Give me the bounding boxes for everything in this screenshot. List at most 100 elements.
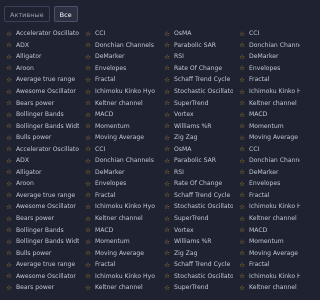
indicator-item[interactable]: ☆ CCI xyxy=(233,30,300,38)
star-icon[interactable]: ☆ xyxy=(82,157,94,165)
star-icon[interactable]: ☆ xyxy=(236,64,248,72)
star-icon[interactable]: ☆ xyxy=(161,134,173,142)
indicator-item[interactable]: ☆ Alligator xyxy=(0,53,79,61)
indicator-item[interactable]: ☆ Envelopes xyxy=(79,64,158,72)
indicator-item[interactable]: ☆ Keltner channel xyxy=(79,99,158,107)
indicator-item[interactable]: ☆ Williams %R xyxy=(158,238,233,246)
star-icon[interactable]: ☆ xyxy=(82,111,94,119)
indicator-item[interactable]: ☆Donchian Channels xyxy=(79,41,158,49)
indicator-item[interactable]: ☆ Keltner channel xyxy=(79,284,158,292)
star-icon[interactable]: ☆ xyxy=(236,53,248,61)
indicator-item[interactable]: ☆ Keltner channel xyxy=(233,99,300,107)
indicator-item[interactable]: ☆ Average true range xyxy=(0,76,79,84)
star-icon[interactable]: ☆ xyxy=(3,88,15,96)
star-icon[interactable]: ☆ xyxy=(82,238,94,246)
star-icon[interactable]: ☆ xyxy=(3,111,15,119)
indicator-item[interactable]: ☆ CCI xyxy=(79,30,158,38)
star-icon[interactable]: ☆ xyxy=(161,122,173,130)
indicator-item[interactable]: ☆ SuperTrend xyxy=(158,284,233,292)
indicator-item[interactable]: ☆ Schaff Trend Cycle xyxy=(158,261,233,269)
indicator-item[interactable]: ☆ Fractal xyxy=(233,191,300,199)
star-icon[interactable]: ☆ xyxy=(236,180,248,188)
star-icon[interactable]: ☆ xyxy=(3,238,15,246)
indicator-item[interactable]: ☆ RSI xyxy=(158,53,233,61)
indicator-item[interactable]: ☆ Keltner channel xyxy=(233,284,300,292)
star-icon[interactable]: ☆ xyxy=(3,99,15,107)
indicator-item[interactable]: ☆ Bears power xyxy=(0,284,79,292)
tab-active[interactable]: Активные xyxy=(4,6,50,22)
star-icon[interactable]: ☆ xyxy=(236,145,248,153)
indicator-item[interactable]: ☆ Vortex xyxy=(158,226,233,234)
star-icon[interactable]: ☆ xyxy=(3,180,15,188)
star-icon[interactable]: ☆ xyxy=(236,168,248,176)
star-icon[interactable]: ☆ xyxy=(236,261,248,269)
indicator-item[interactable]: ☆ ADX xyxy=(0,41,79,49)
star-icon[interactable]: ☆ xyxy=(236,226,248,234)
indicator-item[interactable]: ☆ Momentum xyxy=(79,122,158,130)
indicator-item[interactable]: ☆ Parabolic SAR xyxy=(158,157,233,165)
star-icon[interactable]: ☆ xyxy=(3,30,15,38)
star-icon[interactable]: ☆ xyxy=(3,122,15,130)
star-icon[interactable]: ☆ xyxy=(236,134,248,142)
star-icon[interactable]: ☆ xyxy=(236,30,248,38)
star-icon[interactable]: ☆ xyxy=(161,180,173,188)
indicator-item[interactable]: ☆ Stochastic Oscillator xyxy=(158,88,233,96)
indicator-item[interactable]: ☆ Bollinger Bands Width xyxy=(0,238,79,246)
star-icon[interactable]: ☆ xyxy=(161,41,173,49)
indicator-item[interactable]: ☆ Rate Of Change xyxy=(158,180,233,188)
star-icon[interactable]: ☆ xyxy=(3,145,15,153)
star-icon[interactable]: ☆ xyxy=(3,272,15,280)
star-icon[interactable]: ☆ xyxy=(3,157,15,165)
indicator-item[interactable]: ☆ Keltner channel xyxy=(233,215,300,223)
indicator-item[interactable]: ☆ Momentum xyxy=(233,122,300,130)
indicator-item[interactable]: ☆ Williams %R xyxy=(158,122,233,130)
star-icon[interactable]: ☆ xyxy=(82,53,94,61)
star-icon[interactable]: ☆ xyxy=(236,272,248,280)
star-icon[interactable]: ☆ xyxy=(3,284,15,292)
indicator-item[interactable]: ☆ Keltner channel xyxy=(79,215,158,223)
star-icon[interactable]: ☆ xyxy=(161,168,173,176)
indicator-item[interactable]: ☆ MACD xyxy=(233,111,300,119)
indicator-item[interactable]: ☆ RSI xyxy=(158,168,233,176)
indicator-item[interactable]: ☆ Schaff Trend Cycle xyxy=(158,76,233,84)
star-icon[interactable]: ☆ xyxy=(82,284,94,292)
star-icon[interactable]: ☆ xyxy=(161,238,173,246)
indicator-item[interactable]: ☆ Rate Of Change xyxy=(158,64,233,72)
indicator-item[interactable]: ☆ Average true range xyxy=(0,261,79,269)
indicator-item[interactable]: ☆Ichimoku Kinko Hyo xyxy=(233,88,300,96)
star-icon[interactable]: ☆ xyxy=(161,284,173,292)
indicator-item[interactable]: ☆ Moving Average xyxy=(233,249,300,257)
indicator-item[interactable]: ☆ SuperTrend xyxy=(158,99,233,107)
star-icon[interactable]: ☆ xyxy=(161,111,173,119)
indicator-item[interactable]: ☆ Bulls power xyxy=(0,134,79,142)
indicator-item[interactable]: ☆ Alligator xyxy=(0,168,79,176)
indicator-item[interactable]: ☆Ichimoku Kinko Hyo xyxy=(233,272,300,280)
star-icon[interactable]: ☆ xyxy=(236,284,248,292)
star-icon[interactable]: ☆ xyxy=(161,30,173,38)
star-icon[interactable]: ☆ xyxy=(3,215,15,223)
indicator-item[interactable]: ☆ Average true range xyxy=(0,191,79,199)
star-icon[interactable]: ☆ xyxy=(82,145,94,153)
star-icon[interactable]: ☆ xyxy=(3,53,15,61)
indicator-item[interactable]: ☆ Vortex xyxy=(158,111,233,119)
star-icon[interactable]: ☆ xyxy=(82,76,94,84)
indicator-item[interactable]: ☆ MACD xyxy=(79,226,158,234)
star-icon[interactable]: ☆ xyxy=(3,226,15,234)
star-icon[interactable]: ☆ xyxy=(82,226,94,234)
indicator-item[interactable]: ☆ Accelerator Oscillator xyxy=(0,30,79,38)
indicator-item[interactable]: ☆ Zig Zag xyxy=(158,134,233,142)
star-icon[interactable]: ☆ xyxy=(82,203,94,211)
star-icon[interactable]: ☆ xyxy=(82,215,94,223)
indicator-item[interactable]: ☆ DeMarker xyxy=(79,168,158,176)
star-icon[interactable]: ☆ xyxy=(236,215,248,223)
indicator-item[interactable]: ☆ Bears power xyxy=(0,215,79,223)
indicator-item[interactable]: ☆ Bulls power xyxy=(0,249,79,257)
star-icon[interactable]: ☆ xyxy=(82,88,94,96)
star-icon[interactable]: ☆ xyxy=(236,88,248,96)
star-icon[interactable]: ☆ xyxy=(161,76,173,84)
star-icon[interactable]: ☆ xyxy=(236,122,248,130)
star-icon[interactable]: ☆ xyxy=(82,99,94,107)
indicator-item[interactable]: ☆Ichimoku Kinko Hyo xyxy=(79,203,158,211)
indicator-item[interactable]: ☆Donchian Channels xyxy=(79,157,158,165)
star-icon[interactable]: ☆ xyxy=(3,168,15,176)
